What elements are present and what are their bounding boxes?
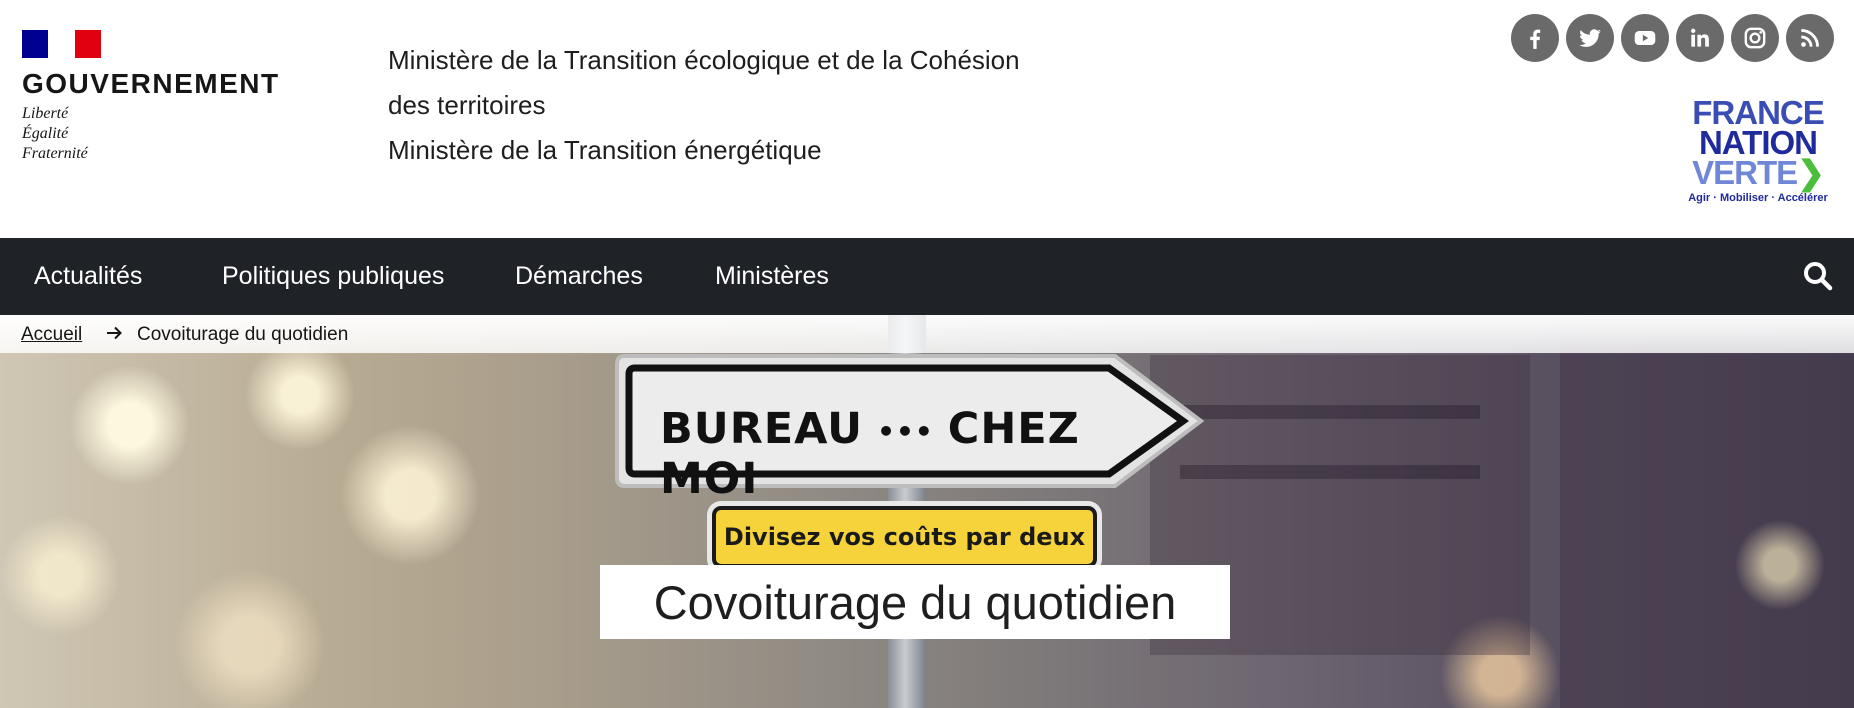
gov-name: GOUVERNEMENT <box>22 68 280 99</box>
france-nation-verte-logo[interactable]: FRANCE NATION VERTE❯ Agir · Mobiliser · … <box>1682 96 1834 204</box>
marianne-flag-icon <box>22 30 101 58</box>
breadcrumb-current: Covoiturage du quotidien <box>137 324 349 345</box>
instagram-icon[interactable] <box>1731 14 1779 62</box>
nav-item-actualites[interactable]: Actualités <box>34 238 142 315</box>
main-navigation: Actualités Politiques publiques Démarche… <box>0 238 1854 315</box>
facebook-icon[interactable] <box>1511 14 1559 62</box>
fnv-tagline: Agir · Mobiliser · Accélérer <box>1688 192 1828 204</box>
dots-separator: ••• <box>877 415 934 448</box>
republic-motto: Liberté Égalité Fraternité <box>22 104 302 164</box>
arrow-right-icon <box>104 323 124 343</box>
sign-label: BUREAU ••• CHEZ MOI <box>660 404 1140 504</box>
page-title-box: Covoiturage du quotidien <box>600 565 1230 639</box>
social-links <box>1511 14 1834 62</box>
twitter-icon[interactable] <box>1566 14 1614 62</box>
hero-badge: Divisez vos coûts par deux <box>712 506 1097 568</box>
motto-line: Liberté <box>22 105 69 122</box>
rss-icon[interactable] <box>1786 14 1834 62</box>
gouvernement-logo[interactable]: GOUVERNEMENT Liberté Égalité Fraternité <box>22 30 302 164</box>
breadcrumb-home-link[interactable]: Accueil <box>21 324 82 346</box>
nav-item-ministeres[interactable]: Ministères <box>715 238 829 315</box>
linkedin-icon[interactable] <box>1676 14 1724 62</box>
ministry-line: Ministère de la Transition énergétique <box>388 135 822 165</box>
site-header: GOUVERNEMENT Liberté Égalité Fraternité … <box>0 0 1854 238</box>
page-title: Covoiturage du quotidien <box>653 575 1177 629</box>
youtube-icon[interactable] <box>1621 14 1669 62</box>
ministry-line: Ministère de la Transition écologique et… <box>388 45 1020 120</box>
search-icon[interactable] <box>1800 258 1836 294</box>
chevron-right-icon: ❯ <box>1797 154 1825 191</box>
sign-left-text: BUREAU <box>660 404 864 454</box>
ministry-title[interactable]: Ministère de la Transition écologique et… <box>388 38 1068 173</box>
nav-item-demarches[interactable]: Démarches <box>515 238 643 315</box>
nav-item-politiques-publiques[interactable]: Politiques publiques <box>222 238 444 315</box>
motto-line: Égalité <box>22 125 69 142</box>
fnv-line: VERTE <box>1692 154 1798 191</box>
motto-line: Fraternité <box>22 145 88 162</box>
